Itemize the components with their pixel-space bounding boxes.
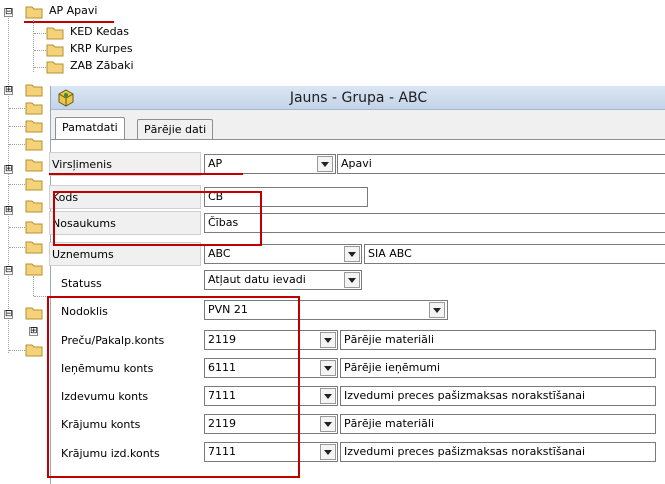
tab-pamatdati[interactable]: Pamatdati	[55, 117, 125, 139]
expand-toggle[interactable]: ⊞	[4, 206, 13, 215]
folder-icon	[25, 102, 43, 115]
stock-account-dropdown-button[interactable]	[320, 416, 336, 432]
collapse-toggle[interactable]: ⊟	[4, 310, 13, 319]
tab-label: Pārējie dati	[144, 123, 207, 136]
tree-connector	[9, 144, 25, 145]
window-title: Jauns - Grupa - ABC	[289, 90, 428, 106]
folder-icon	[25, 307, 43, 320]
tree-connector	[33, 276, 34, 296]
folder-icon	[25, 178, 43, 191]
stock-expense-account-dropdown-button[interactable]	[320, 444, 336, 460]
tree-connector	[34, 33, 46, 34]
stock-account-description: Pārējie materiāli	[340, 414, 656, 434]
folder-icon	[25, 263, 43, 276]
annotation-underline	[24, 21, 114, 23]
folder-icon	[25, 138, 43, 151]
parent-description: Apavi	[337, 154, 665, 174]
expense-account-dropdown-button[interactable]	[320, 388, 336, 404]
tree-connector	[9, 350, 25, 351]
folder-icon	[25, 159, 43, 172]
folder-icon	[46, 44, 64, 57]
expense-account-description: Izvedumi preces pašizmaksas norakstīšana…	[340, 386, 656, 406]
expand-toggle[interactable]: ⊞	[4, 86, 13, 95]
tree-item-label[interactable]: KED Kedas	[70, 25, 129, 39]
company-dropdown-button[interactable]	[344, 246, 360, 262]
folder-icon	[46, 27, 64, 40]
tab-label: Pamatdati	[62, 121, 118, 134]
tree-item-label[interactable]: KRP Kurpes	[70, 42, 133, 56]
folder-icon	[25, 344, 43, 357]
tree-connector	[9, 227, 25, 228]
tab-parejie-dati[interactable]: Pārējie dati	[137, 119, 214, 139]
tree-connector	[34, 50, 46, 51]
dialog-window: Jauns - Grupa - ABC Pamatdati Pārējie da…	[47, 86, 665, 484]
folder-icon	[25, 200, 43, 213]
tree-connector	[9, 247, 25, 248]
tax-dropdown-button[interactable]	[429, 302, 445, 318]
folder-icon	[25, 241, 43, 254]
tree-connector	[9, 126, 25, 127]
folder-icon	[25, 221, 43, 234]
annotation-box	[53, 191, 262, 246]
tree-connector	[8, 18, 9, 353]
tree-connector	[33, 20, 34, 72]
company-input[interactable]: ABC	[204, 244, 362, 264]
tree-connector	[34, 67, 46, 68]
parent-dropdown-button[interactable]	[317, 156, 333, 172]
collapse-toggle[interactable]: ⊟	[4, 8, 13, 17]
folder-icon	[46, 61, 64, 74]
goods-account-dropdown-button[interactable]	[320, 332, 336, 348]
goods-account-description: Pārējie materiāli	[340, 330, 656, 350]
stock-expense-account-description: Izvedumi preces pašizmaksas norakstīšana…	[340, 442, 656, 462]
collapse-toggle[interactable]: ⊟	[4, 266, 13, 275]
revenue-account-description: Pārējie ieņēmumi	[340, 358, 656, 378]
status-select[interactable]: Atļaut datu ievadi	[204, 270, 362, 290]
folder-icon	[25, 6, 43, 19]
annotation-underline	[49, 173, 243, 175]
revenue-account-dropdown-button[interactable]	[320, 360, 336, 376]
tree-connector	[9, 108, 25, 109]
company-description: SIA ABC	[364, 244, 665, 264]
annotation-box	[47, 296, 300, 478]
title-bar[interactable]: Jauns - Grupa - ABC	[51, 86, 665, 110]
folder-icon	[25, 84, 43, 97]
name-input[interactable]: Čības	[204, 213, 665, 233]
tree-connector	[34, 296, 46, 297]
tree-item-label[interactable]: ZAB Zābaki	[70, 59, 134, 73]
expand-toggle[interactable]: ⊞	[29, 327, 38, 336]
status-label: Statuss	[61, 277, 102, 290]
folder-icon	[25, 120, 43, 133]
expand-toggle[interactable]: ⊞	[4, 165, 13, 174]
tree-item-label[interactable]: AP Apavi	[49, 4, 97, 18]
status-dropdown-button[interactable]	[344, 272, 360, 288]
tree-connector	[9, 184, 25, 185]
